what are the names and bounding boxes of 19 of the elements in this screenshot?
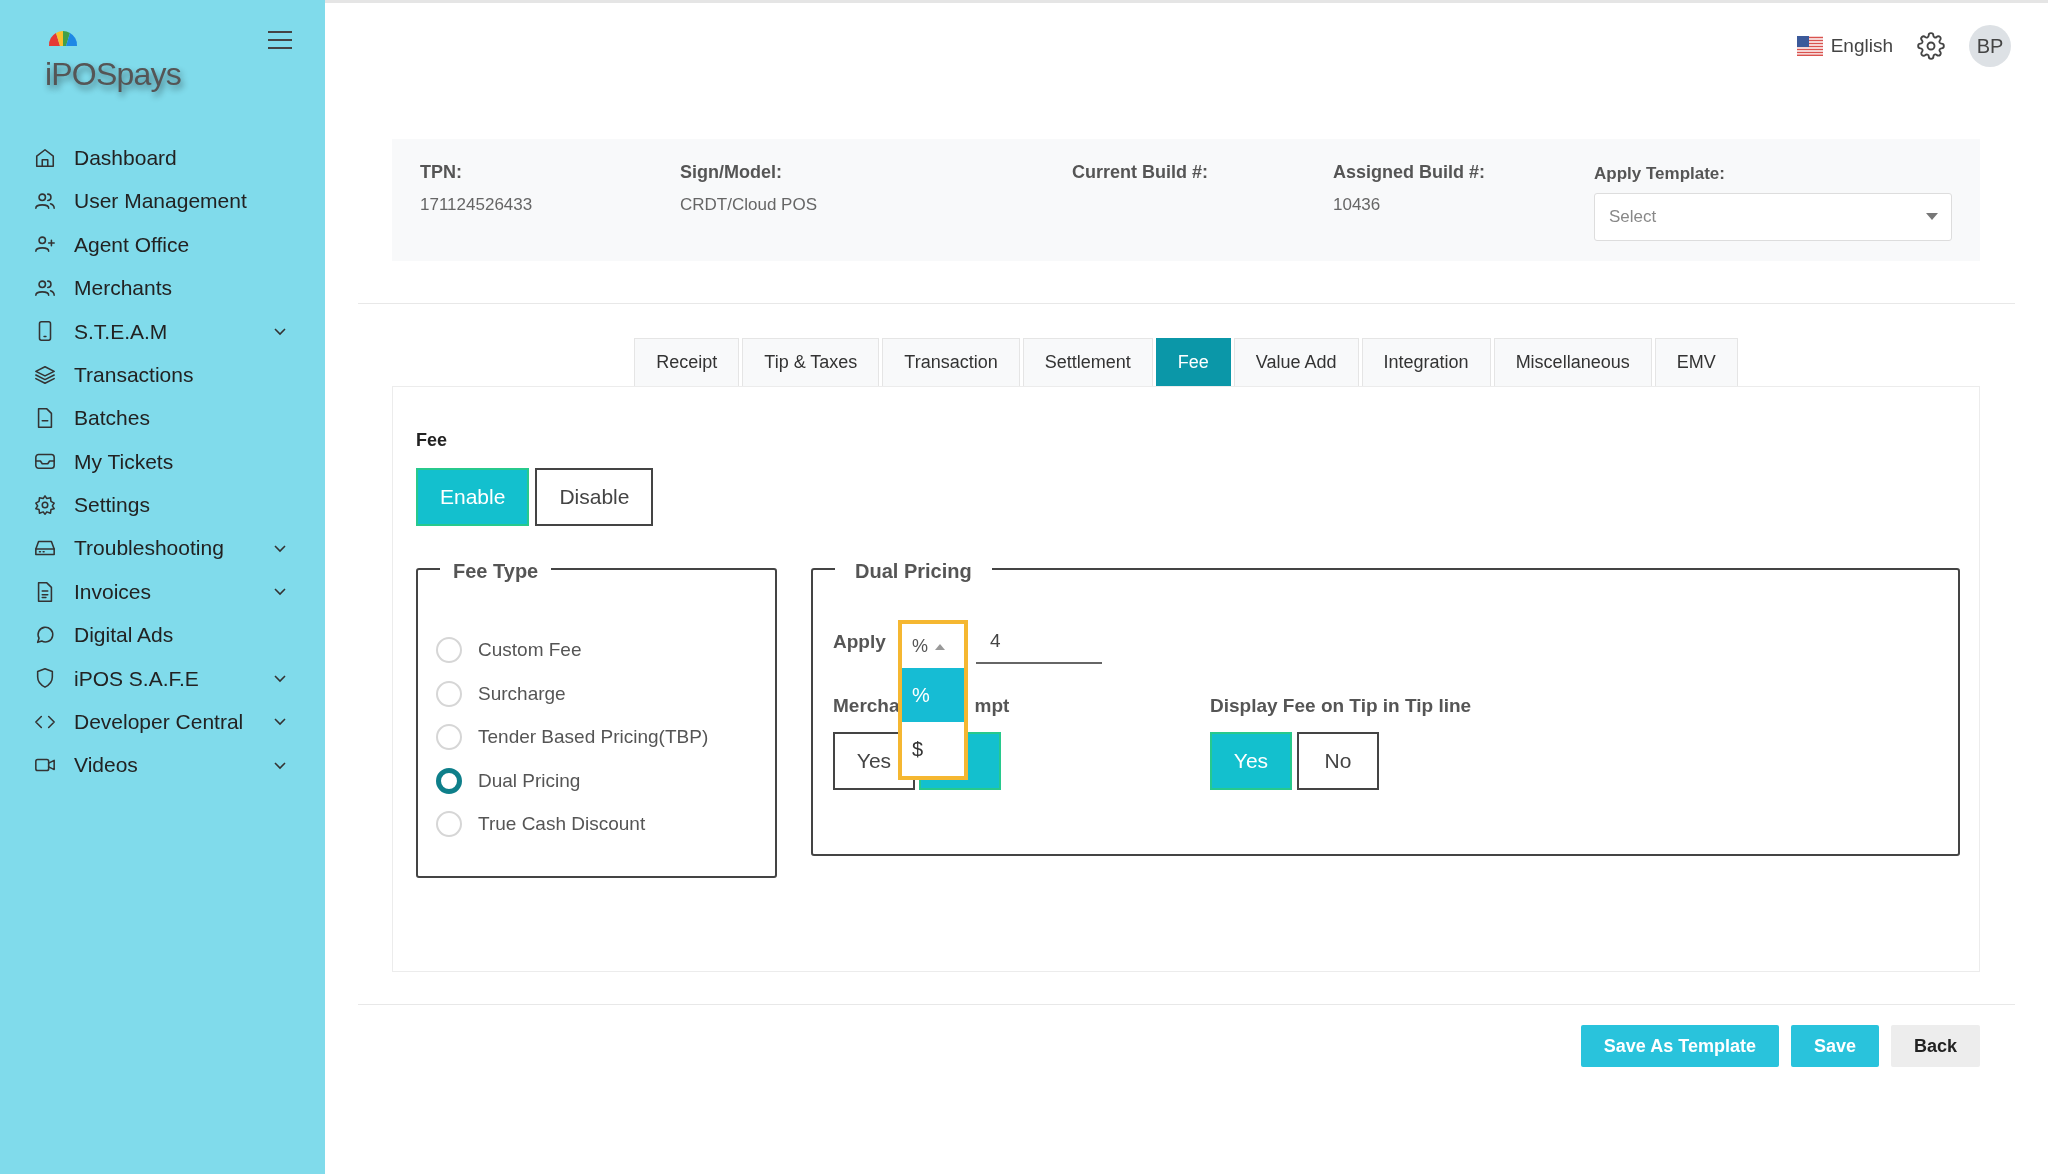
radio-label: Tender Based Pricing(TBP) xyxy=(478,725,709,749)
field-label: TPN: xyxy=(420,161,463,184)
radio-label: Dual Pricing xyxy=(478,768,581,793)
field-value: CRDT/Cloud POS xyxy=(680,194,818,216)
radio-label: Surcharge xyxy=(478,681,566,706)
field-label: Display Fee on Tip in Tip line xyxy=(1210,693,1472,718)
field-value: 10436 xyxy=(1333,194,1382,216)
field-label: mpt xyxy=(974,693,1010,718)
field-label: Current Build #: xyxy=(1072,161,1209,184)
section-title: Fee xyxy=(416,429,449,452)
field-label: Assigned Build #: xyxy=(1333,161,1486,184)
field-value: 171124526433 xyxy=(420,194,534,216)
radio-label: True Cash Discount xyxy=(478,812,646,836)
radio-label: Custom Fee xyxy=(478,638,582,662)
field-label: Mercha xyxy=(833,693,900,718)
field-label: Apply xyxy=(833,629,887,654)
field-label: Sign/Model: xyxy=(680,161,783,184)
field-label: Apply Template: xyxy=(1594,163,1726,185)
logo: iPOSpays xyxy=(45,30,181,98)
